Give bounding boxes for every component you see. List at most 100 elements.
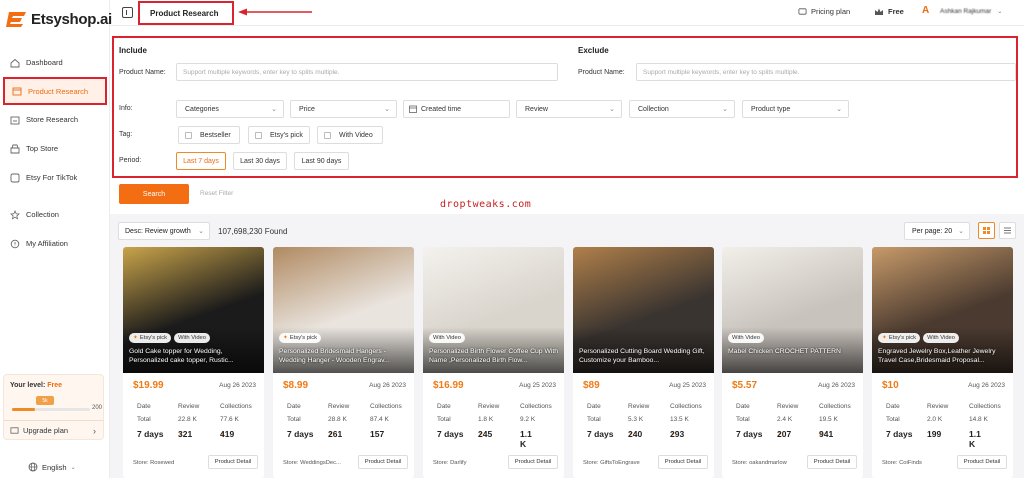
reset-filter-button[interactable]: Reset Filter — [200, 190, 233, 197]
stat-collections-growth: 941 — [819, 429, 834, 439]
product-title[interactable]: Mabel Chicken CROCHET PATTERN — [728, 347, 858, 365]
badge-text: With Video — [927, 335, 955, 341]
product-store[interactable]: Store: Darlify — [433, 460, 467, 466]
period-last-7-days[interactable]: Last 7 days — [176, 152, 226, 170]
level-badge: 5k — [36, 396, 54, 405]
product-title[interactable]: Engraved Jewelry Box,Leather Jewelry Tra… — [878, 347, 1008, 365]
product-detail-button[interactable]: Product Detail — [658, 455, 708, 469]
product-store[interactable]: Store: WeddingsDec... — [283, 460, 341, 466]
etsyshop-logo-icon — [6, 12, 26, 27]
tag-text: With Video — [339, 131, 373, 139]
product-card[interactable]: ✦ Etsy's pick Personalized Bridesmaid Hang… — [273, 247, 414, 478]
stat-header-collections: Collections — [520, 403, 552, 410]
product-detail-button[interactable]: Product Detail — [208, 455, 258, 469]
upgrade-label: Upgrade plan — [23, 426, 69, 435]
brand-name: Etsyshop.ai — [31, 10, 112, 28]
product-detail-button[interactable]: Product Detail — [508, 455, 558, 469]
plan-label: Free — [888, 7, 904, 16]
review-select[interactable]: Review ⌄ — [516, 100, 622, 118]
exclude-product-name-input[interactable]: Support multiple keywords, enter key to … — [636, 63, 1016, 81]
product-badges: With Video — [429, 333, 465, 343]
product-date: Aug 26 2023 — [219, 382, 256, 389]
sidebar-item-etsy-for-tiktok[interactable]: Etsy For TikTok — [0, 163, 110, 192]
sidebar-nav: Dashboard Product Research Store Researc… — [0, 48, 110, 258]
product-date: Aug 25 2023 — [669, 382, 706, 389]
product-title[interactable]: Personalized Birth Flower Coffee Cup Wit… — [429, 347, 559, 365]
product-store[interactable]: Store: oakandmarlow — [732, 460, 787, 466]
sidebar-item-dashboard[interactable]: Dashboard — [0, 48, 110, 77]
product-price: $89 — [583, 380, 600, 391]
list-view-button[interactable] — [999, 222, 1016, 239]
product-title[interactable]: Gold Cake topper for Wedding, Personaliz… — [129, 347, 259, 365]
product-title[interactable]: Personalized Bridesmaid Hangers - Weddin… — [279, 347, 409, 365]
sidebar: Etsyshop.ai Dashboard Product Research S… — [0, 0, 112, 478]
product-badge: With Video — [923, 333, 959, 343]
upgrade-plan-button[interactable]: Upgrade plan › — [4, 420, 103, 440]
tag-bestseller-checkbox[interactable]: Bestseller — [178, 126, 240, 144]
include-product-name-input[interactable]: Support multiple keywords, enter key to … — [176, 63, 558, 81]
badge-text: With Video — [732, 335, 760, 341]
product-title[interactable]: Personalized Cutting Board Wedding Gift,… — [579, 347, 709, 365]
price-select[interactable]: Price ⌄ — [290, 100, 397, 118]
per-page-select[interactable]: Per page: 20 ⌄ — [904, 222, 970, 240]
collapse-sidebar-icon[interactable] — [122, 7, 133, 18]
stats-total-row: Total 5.3 K 13.5 K — [573, 416, 714, 429]
period-last-90-days[interactable]: Last 90 days — [294, 152, 349, 170]
product-stats: Date Review Collections Total 2.0 K 14.8 K 7 d… — [872, 403, 1013, 449]
stat-collections-total: 9.2 K — [520, 416, 536, 423]
language-selector[interactable]: English ⌄ — [28, 462, 76, 472]
sidebar-item-top-store[interactable]: Top Store — [0, 134, 110, 163]
product-card[interactable]: ✦ Etsy's pick With Video Engraved Jewelry B… — [872, 247, 1013, 478]
search-button[interactable]: Search — [119, 184, 189, 204]
stat-total-label: Total — [736, 416, 750, 423]
product-detail-button[interactable]: Product Detail — [358, 455, 408, 469]
pricing-plan-link[interactable]: Pricing plan — [798, 7, 850, 16]
grid-view-button[interactable] — [978, 222, 995, 239]
product-store[interactable]: Store: CoiFinds — [882, 460, 922, 466]
tag-with-video-checkbox[interactable]: With Video — [317, 126, 383, 144]
chevron-down-icon: ⌄ — [70, 464, 76, 471]
sidebar-item-product-research[interactable]: Product Research — [3, 77, 107, 105]
sidebar-item-label: Top Store — [26, 144, 59, 153]
product-card[interactable]: Personalized Cutting Board Wedding Gift,… — [573, 247, 714, 478]
checkbox-icon — [185, 131, 192, 139]
categories-select[interactable]: Categories ⌄ — [176, 100, 284, 118]
product-stats: Date Review Collections Total 2.4 K 19.5 K 7 d… — [722, 403, 863, 445]
stat-collections-total: 14.8 K — [969, 416, 988, 423]
tab-product-research[interactable]: Product Research — [138, 1, 234, 25]
collection-select[interactable]: Collection ⌄ — [629, 100, 735, 118]
product-card[interactable]: With Video Personalized Birth Flower Coff… — [423, 247, 564, 478]
period-last-30-days[interactable]: Last 30 days — [233, 152, 287, 170]
stat-period-label: 7 days — [886, 429, 913, 439]
stat-total-label: Total — [587, 416, 601, 423]
stats-period-row: 7 days ↑ 207 ↑ 941 — [722, 429, 863, 445]
plan-indicator[interactable]: Free — [874, 7, 904, 16]
brand-logo[interactable]: Etsyshop.ai — [6, 10, 112, 28]
stat-review-total: 28.8 K — [328, 416, 347, 423]
user-menu[interactable]: A Ashkan Rajkumar ⌄ — [922, 5, 1002, 17]
product-store[interactable]: Store: Rosewed — [133, 460, 174, 466]
product-card[interactable]: With Video Mabel Chicken CROCHET PATTERN $… — [722, 247, 863, 478]
sidebar-item-collection[interactable]: Collection — [0, 200, 110, 229]
sort-select[interactable]: Desc: Review growth ⌄ — [118, 222, 210, 240]
sidebar-item-store-research[interactable]: Store Research — [0, 105, 110, 134]
stat-period-label: 7 days — [287, 429, 314, 439]
affiliation-icon — [10, 239, 20, 248]
product-detail-button[interactable]: Product Detail — [957, 455, 1007, 469]
pricing-label: Pricing plan — [811, 7, 851, 16]
tag-text: Bestseller — [200, 131, 231, 139]
product-store[interactable]: Store: GiftsToEngrave — [583, 460, 640, 466]
product-card[interactable]: ✦ Etsy's pick With Video Gold Cake topper f… — [123, 247, 264, 478]
period-label: Period: — [119, 157, 142, 164]
stat-collections-total: 77.6 K — [220, 416, 239, 423]
product-detail-button[interactable]: Product Detail — [807, 455, 857, 469]
stat-collections-growth: 1.1 K — [969, 429, 981, 449]
stat-review-total: 2.0 K — [927, 416, 943, 423]
tag-etsys-pick-checkbox[interactable]: Etsy's pick — [248, 126, 310, 144]
product-type-select[interactable]: Product type ⌄ — [742, 100, 849, 118]
sidebar-item-my-affiliation[interactable]: My Affiliation — [0, 229, 110, 258]
list-icon — [1004, 227, 1011, 234]
created-time-picker[interactable]: Created time — [403, 100, 510, 118]
level-progress-bar — [12, 408, 90, 411]
